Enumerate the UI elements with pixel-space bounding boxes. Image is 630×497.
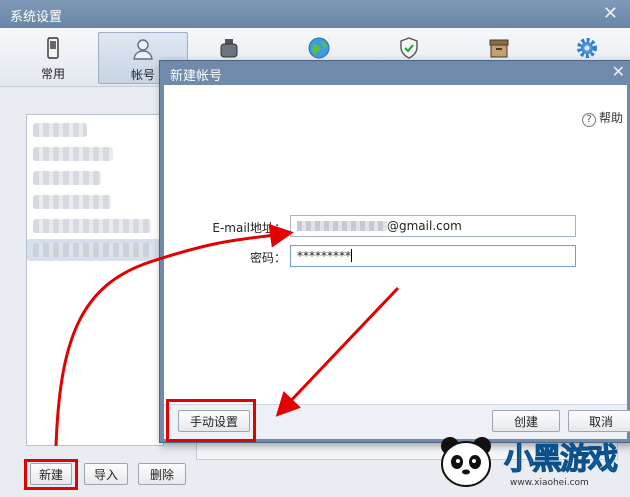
- panda-mascot-icon: [441, 437, 491, 487]
- watermark-brand-text: 小黑游戏: [504, 442, 619, 478]
- annotation-arrows: [54, 223, 400, 447]
- watermark-url: www.xiaohei.com: [510, 478, 589, 488]
- watermark-brand: 小黑游戏: [504, 434, 619, 478]
- arrow-to-email: [54, 223, 294, 447]
- arrow-to-manual-setup: [275, 286, 400, 417]
